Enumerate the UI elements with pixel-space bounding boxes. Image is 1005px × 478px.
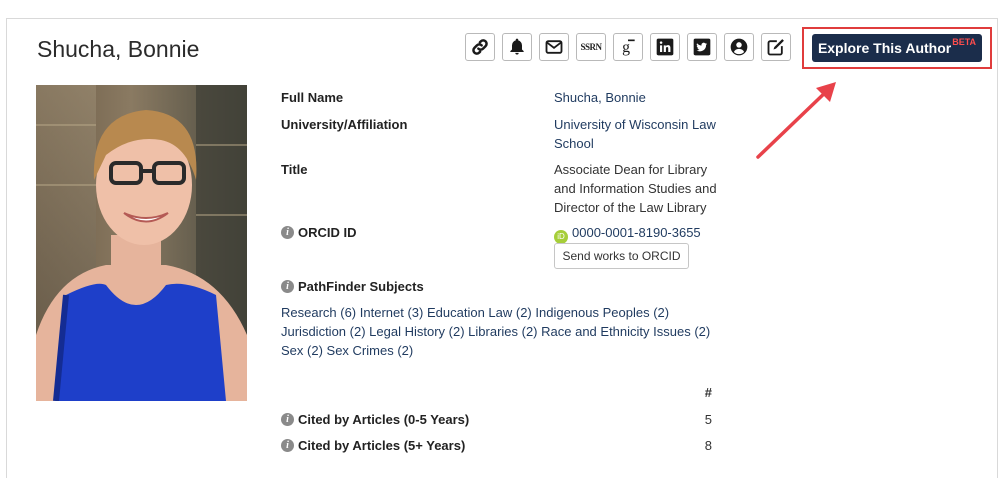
ssrn-icon: SSRN bbox=[580, 42, 602, 52]
affiliation-value[interactable]: University of Wisconsin Law School bbox=[554, 115, 716, 153]
orcid-label: ORCID ID bbox=[298, 225, 357, 240]
citation-label: Cited by Articles (5+ Years) bbox=[298, 438, 466, 453]
affiliation-line-1: University of Wisconsin Law bbox=[554, 117, 716, 132]
full-name-value: Shucha, Bonnie bbox=[554, 90, 646, 105]
profile-toolbar: SSRN g bbox=[465, 33, 791, 61]
citation-row-label: i Cited by Articles (0-5 Years) bbox=[281, 412, 469, 427]
orcid-id-link[interactable]: 0000-0001-8190-3655 bbox=[572, 225, 701, 240]
title-label: Title bbox=[281, 162, 308, 177]
edit-icon bbox=[767, 39, 784, 56]
info-icon[interactable]: i bbox=[281, 280, 294, 293]
ssrn-button[interactable]: SSRN bbox=[576, 33, 606, 61]
pathfinder-subject-list: Research (6) Internet (3) Education Law … bbox=[281, 303, 721, 360]
title-value: Associate Dean for Library and Informati… bbox=[554, 160, 717, 217]
info-icon[interactable]: i bbox=[281, 413, 294, 426]
title-line-3: Director of the Law Library bbox=[554, 200, 707, 215]
citations-count-header: # bbox=[704, 385, 712, 400]
explore-highlight-box: Explore This Author BETA bbox=[802, 27, 992, 69]
linkedin-button[interactable] bbox=[650, 33, 680, 61]
title-line-1: Associate Dean for Library bbox=[554, 162, 708, 177]
affiliation-line-2: School bbox=[554, 136, 594, 151]
callout-arrow-icon bbox=[756, 82, 836, 159]
subject-link[interactable]: Indigenous Peoples (2) bbox=[535, 305, 669, 320]
subject-link[interactable]: Legal History (2) bbox=[369, 324, 464, 339]
link-button[interactable] bbox=[465, 33, 495, 61]
orcid-value-row: iD 0000-0001-8190-3655 bbox=[554, 223, 701, 244]
explore-button-label: Explore This Author bbox=[817, 40, 952, 56]
linkedin-icon bbox=[656, 38, 674, 56]
subject-link[interactable]: Sex Crimes (2) bbox=[327, 343, 414, 358]
orcid-label-row: i ORCID ID bbox=[281, 225, 357, 240]
edit-profile-button[interactable] bbox=[761, 33, 791, 61]
link-icon bbox=[472, 39, 488, 55]
orcid-icon: iD bbox=[554, 229, 568, 244]
subject-link[interactable]: Sex (2) bbox=[281, 343, 323, 358]
subject-link[interactable]: Race and Ethnicity Issues (2) bbox=[541, 324, 710, 339]
info-icon[interactable]: i bbox=[281, 439, 294, 452]
profile-button[interactable] bbox=[724, 33, 754, 61]
citation-count: 5 bbox=[704, 412, 712, 427]
twitter-icon bbox=[693, 38, 711, 56]
full-name-label: Full Name bbox=[281, 90, 344, 105]
follow-alert-button[interactable] bbox=[502, 33, 532, 61]
subject-link[interactable]: Research (6) bbox=[281, 305, 356, 320]
citation-count: 8 bbox=[704, 438, 712, 453]
citation-row-label: i Cited by Articles (5+ Years) bbox=[281, 438, 465, 453]
author-photo bbox=[36, 85, 247, 401]
subject-link[interactable]: Education Law (2) bbox=[427, 305, 532, 320]
send-works-to-orcid-button[interactable]: Send works to ORCID bbox=[554, 243, 689, 269]
subject-link[interactable]: Internet (3) bbox=[360, 305, 424, 320]
explore-this-author-button[interactable]: Explore This Author BETA bbox=[812, 34, 982, 62]
beta-badge: BETA bbox=[952, 37, 977, 47]
author-name: Shucha, Bonnie bbox=[37, 36, 200, 62]
svg-text:g: g bbox=[622, 39, 630, 56]
twitter-button[interactable] bbox=[687, 33, 717, 61]
google-scholar-icon: g bbox=[622, 39, 635, 56]
email-button[interactable] bbox=[539, 33, 569, 61]
citation-label: Cited by Articles (0-5 Years) bbox=[298, 412, 470, 427]
pathfinder-label: PathFinder Subjects bbox=[298, 279, 424, 294]
subject-link[interactable]: Jurisdiction (2) bbox=[281, 324, 366, 339]
google-scholar-button[interactable]: g bbox=[613, 33, 643, 61]
pathfinder-label-row: i PathFinder Subjects bbox=[281, 279, 424, 294]
bell-icon bbox=[510, 38, 524, 55]
affiliation-label: University/Affiliation bbox=[281, 117, 408, 132]
info-icon[interactable]: i bbox=[281, 226, 294, 239]
envelope-icon bbox=[545, 40, 563, 54]
title-line-2: and Information Studies and bbox=[554, 181, 717, 196]
user-circle-icon bbox=[730, 38, 748, 56]
subject-link[interactable]: Libraries (2) bbox=[468, 324, 537, 339]
